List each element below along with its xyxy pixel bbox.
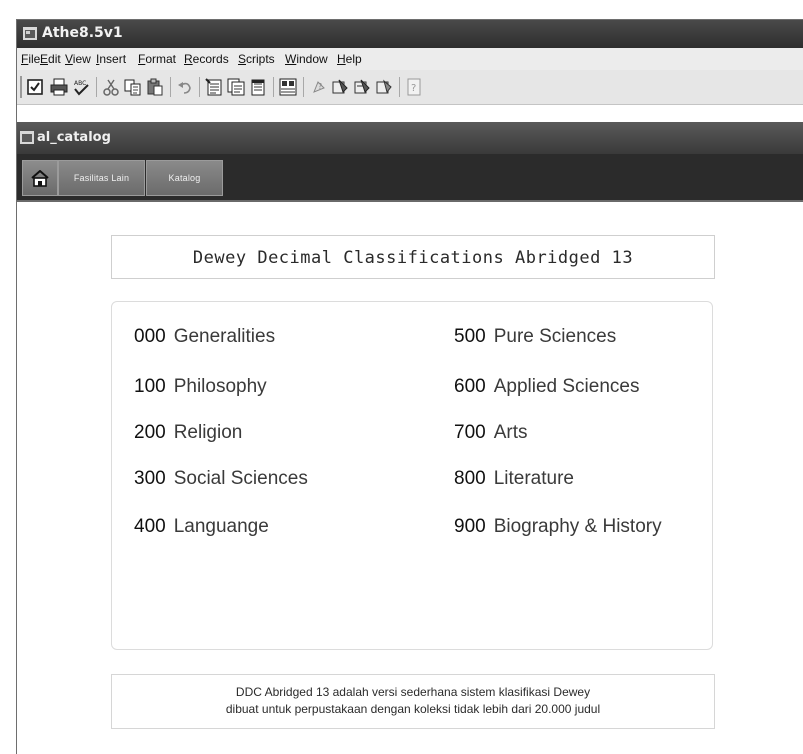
- class-800-link[interactable]: 800 Literature: [454, 468, 574, 490]
- class-code: 000: [134, 326, 166, 347]
- document-window: al_catalog Fasilitas Lain Katalog Dewey …: [17, 105, 803, 754]
- app-titlebar[interactable]: Athe8.5v1: [17, 20, 803, 48]
- menu-file[interactable]: File: [21, 52, 40, 66]
- class-name: Pure Sciences: [493, 326, 617, 347]
- copy-icon[interactable]: [124, 78, 142, 96]
- class-code: 500: [454, 326, 486, 347]
- class-name: Arts: [493, 422, 528, 443]
- class-600-link[interactable]: 600 Applied Sciences: [454, 376, 639, 398]
- class-700-link[interactable]: 700 Arts: [454, 422, 527, 444]
- menu-window[interactable]: Window: [285, 52, 328, 66]
- toolbar-separator: [303, 77, 304, 97]
- info-icon[interactable]: ?: [405, 78, 423, 96]
- toolbar-separator: [273, 77, 274, 97]
- class-name: Generalities: [173, 326, 276, 347]
- class-name: Languange: [173, 516, 269, 537]
- toolbar-separator: [199, 77, 200, 97]
- toolbar: ABC ? ?: [17, 70, 803, 105]
- document-title: al_catalog: [37, 130, 111, 145]
- app-title: Athe8.5v1: [42, 25, 123, 41]
- class-code: 100: [134, 376, 166, 397]
- class-code: 700: [454, 422, 486, 443]
- home-button[interactable]: [22, 160, 58, 196]
- note-line-2: dibuat untuk perpustakaan dengan koleksi…: [225, 702, 601, 716]
- new-record-icon[interactable]: [205, 78, 223, 96]
- svg-text:?: ?: [411, 83, 416, 94]
- script-3-icon[interactable]: [375, 78, 393, 96]
- note-line-1: DDC Abridged 13 adalah versi sederhana s…: [235, 685, 591, 699]
- checkbox-icon[interactable]: [26, 78, 44, 96]
- document-titlebar[interactable]: al_catalog: [17, 122, 803, 154]
- class-code: 300: [134, 468, 166, 489]
- svg-text:ABC: ABC: [74, 80, 86, 87]
- paste-icon[interactable]: [146, 78, 164, 96]
- cut-icon[interactable]: [102, 78, 120, 96]
- class-code: 200: [134, 422, 166, 443]
- class-code: 400: [134, 516, 166, 537]
- menu-records[interactable]: Records: [184, 52, 229, 66]
- class-code: 800: [454, 468, 486, 489]
- catalog-content: Dewey Decimal Classifications Abridged 1…: [17, 202, 803, 754]
- class-000-link[interactable]: 000 Generalities: [134, 326, 275, 348]
- menu-help[interactable]: Help: [337, 52, 362, 66]
- table-view-icon[interactable]: [279, 78, 297, 96]
- delete-record-icon[interactable]: [249, 78, 267, 96]
- toolbar-separator: [170, 77, 171, 97]
- menu-scripts[interactable]: Scripts: [238, 52, 275, 66]
- menu-edit[interactable]: Edit: [40, 52, 61, 66]
- tab-fasilitas-lain[interactable]: Fasilitas Lain: [58, 160, 145, 196]
- classification-panel: 000 Generalities 100 Philosophy 200 Religio…: [111, 301, 713, 650]
- script-2-icon[interactable]: [353, 78, 371, 96]
- class-name: Social Sciences: [173, 468, 308, 489]
- duplicate-record-icon[interactable]: [227, 78, 245, 96]
- class-100-link[interactable]: 100 Philosophy: [134, 376, 267, 398]
- application-window: Athe8.5v1 File Edit View Insert Format R…: [16, 19, 803, 754]
- toolbar-separator: [96, 77, 97, 97]
- class-name: Religion: [173, 422, 243, 443]
- menu-insert[interactable]: Insert: [96, 52, 126, 66]
- class-name: Biography & History: [493, 516, 662, 537]
- spellcheck-icon[interactable]: ABC: [72, 78, 90, 96]
- class-300-link[interactable]: 300 Social Sciences: [134, 468, 308, 490]
- class-900-link[interactable]: 900 Biography & History: [454, 516, 662, 538]
- menu-format[interactable]: Format: [138, 52, 176, 66]
- ddc-heading-box: Dewey Decimal Classifications Abridged 1…: [111, 235, 715, 279]
- ddc-heading: Dewey Decimal Classifications Abridged 1…: [192, 248, 634, 268]
- document-icon: [20, 131, 34, 144]
- menu-bar: File Edit View Insert Format Records Scr…: [17, 48, 803, 70]
- navigation-bar: Fasilitas Lain Katalog: [17, 154, 803, 202]
- script-icon[interactable]: [331, 78, 349, 96]
- class-500-link[interactable]: 500 Pure Sciences: [454, 326, 616, 348]
- class-200-link[interactable]: 200 Religion: [134, 422, 242, 444]
- menu-view[interactable]: View: [65, 52, 91, 66]
- class-400-link[interactable]: 400 Languange: [134, 516, 269, 538]
- class-name: Philosophy: [173, 376, 267, 397]
- class-name: Applied Sciences: [493, 376, 640, 397]
- class-code: 900: [454, 516, 486, 537]
- ddc-note-box: DDC Abridged 13 adalah versi sederhana s…: [111, 674, 715, 729]
- undo-icon[interactable]: [176, 78, 194, 96]
- class-name: Literature: [493, 468, 574, 489]
- help-icon[interactable]: ?: [309, 78, 327, 96]
- print-icon[interactable]: [50, 78, 68, 96]
- class-code: 600: [454, 376, 486, 397]
- svg-text:?: ?: [318, 82, 322, 91]
- tab-katalog[interactable]: Katalog: [146, 160, 223, 196]
- toolbar-separator: [399, 77, 400, 97]
- toolbar-grip[interactable]: [20, 76, 22, 98]
- app-icon: [23, 27, 37, 40]
- home-icon: [31, 170, 49, 187]
